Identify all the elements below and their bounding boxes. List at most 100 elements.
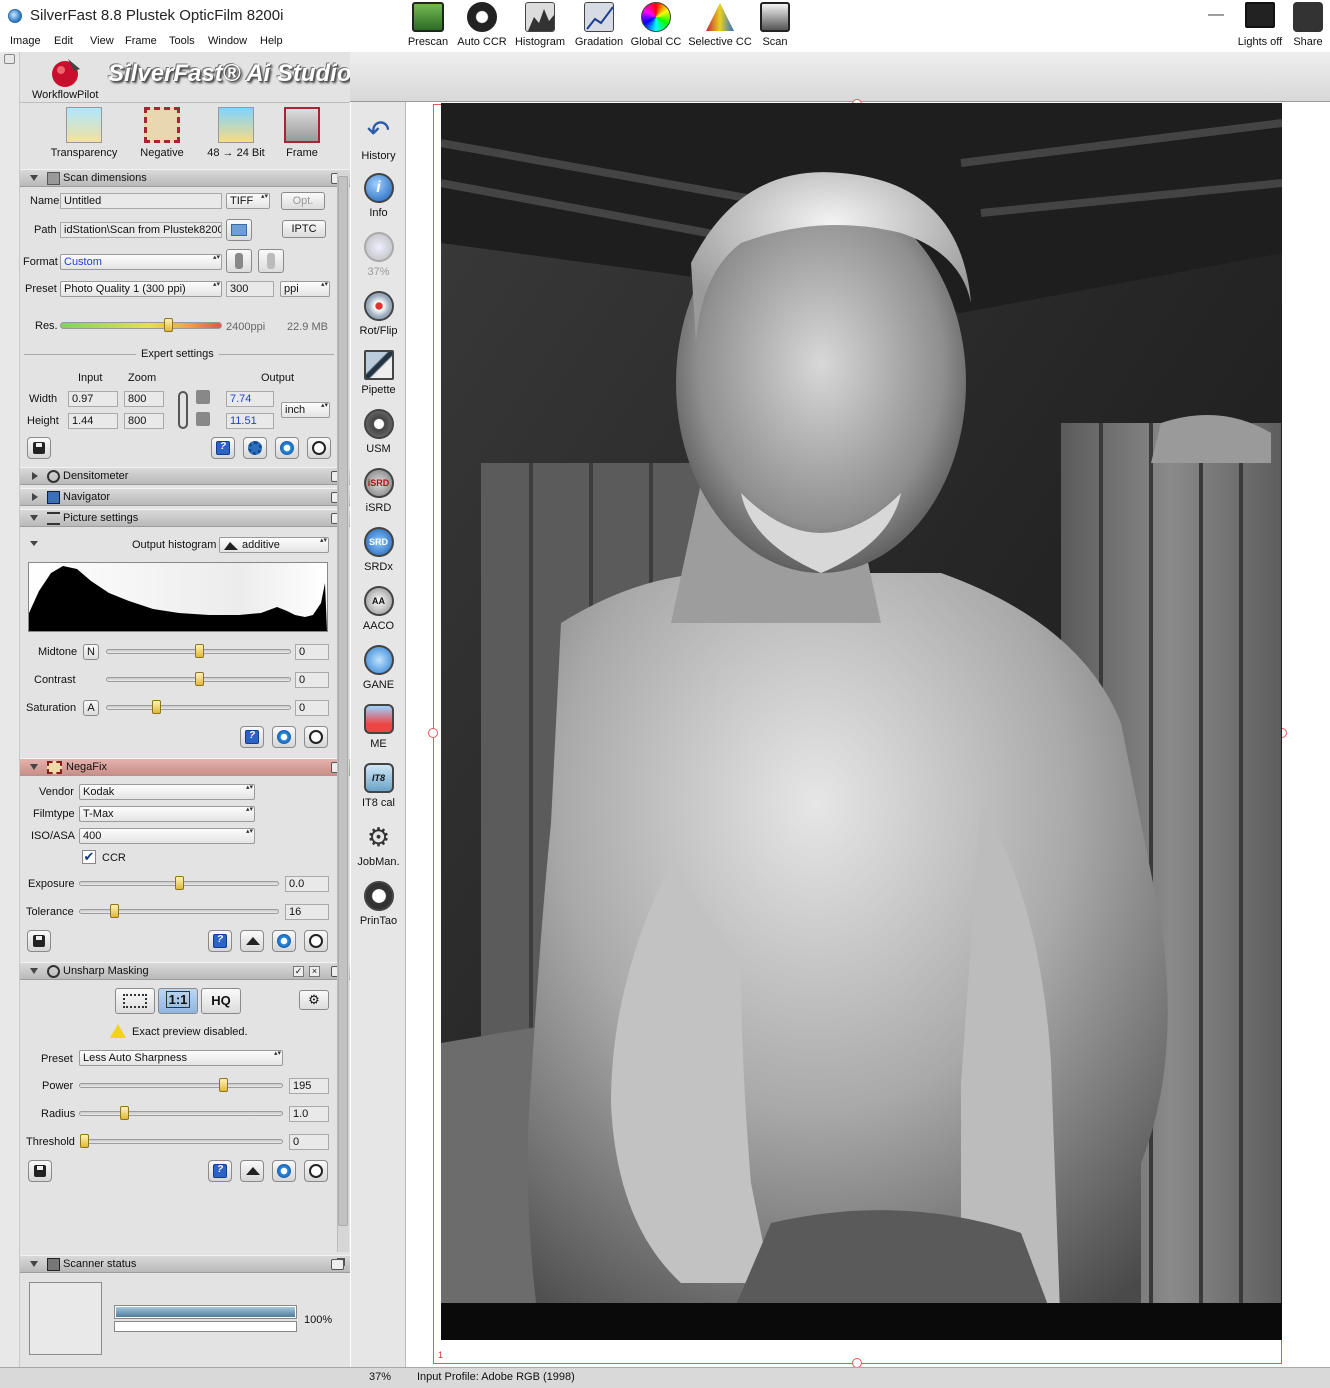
histogram-mode-select[interactable]: additive [219,537,329,553]
save-settings-button[interactable] [27,930,51,952]
scan-button[interactable]: Scan [756,0,794,50]
isrd-tool[interactable]: iSRD iSRD [351,468,406,514]
landscape-orientation-button[interactable] [258,249,284,273]
height-output-field[interactable]: 11.51 [226,413,274,429]
menu-edit[interactable]: Edit [54,35,73,47]
pipette-tool[interactable]: Pipette [351,350,406,396]
exposure-value[interactable]: 0.0 [285,876,329,892]
me-tool[interactable]: ME [351,704,406,750]
gane-tool[interactable]: GANE [351,645,406,691]
negafix-header[interactable]: NegaFix [20,758,350,776]
height-input-field[interactable]: 1.44 [68,413,118,429]
popout-icon[interactable] [331,1258,345,1270]
contrast-slider-knob[interactable] [194,672,204,686]
frame-handle-left[interactable] [428,728,438,738]
save-settings-button[interactable] [28,1160,52,1182]
picture-settings-header[interactable]: Picture settings [20,509,350,527]
menu-window[interactable]: Window [208,35,247,47]
ccr-checkbox[interactable]: ✔ [82,850,96,864]
lights-off-button[interactable]: Lights off [1234,0,1286,50]
hq-button[interactable]: HQ [201,988,241,1014]
scan-dimensions-header[interactable]: Scan dimensions [20,169,350,187]
zoom-button[interactable] [275,437,299,459]
path-field[interactable]: idStation\Scan from Plustek8200i [60,222,222,238]
one-to-one-button[interactable]: 1:1 [158,988,198,1014]
zoom-button[interactable] [272,726,296,748]
power-value[interactable]: 195 [289,1078,329,1094]
help-button[interactable] [240,726,264,748]
enable-check-icon[interactable]: ✓ [293,966,304,977]
aaco-tool[interactable]: AA AACO [351,586,406,632]
save-settings-button[interactable] [27,437,51,459]
lock-icon[interactable] [196,390,210,404]
power-slider[interactable] [79,1078,283,1092]
minimize-button[interactable]: — [1201,6,1231,24]
menu-image[interactable]: Image [10,35,41,47]
menu-frame[interactable]: Frame [125,35,157,47]
printao-tool[interactable]: PrinTao [351,881,406,927]
threshold-slider[interactable] [80,1134,283,1148]
saturation-slider[interactable] [106,700,291,714]
histogram-options-icon[interactable] [30,541,38,546]
usm-tool[interactable]: USM [351,409,406,455]
menu-tools[interactable]: Tools [169,35,195,47]
ppi-unit-select[interactable]: ppi [280,281,330,297]
densitometer-header[interactable]: Densitometer [20,467,350,485]
width-zoom-field[interactable]: 800 [124,391,164,407]
usm-preset-select[interactable]: Less Auto Sharpness [79,1050,283,1066]
help-button[interactable] [208,930,232,952]
name-field[interactable]: Untitled [60,193,222,209]
chain-link-icon[interactable] [178,391,188,429]
radius-value[interactable]: 1.0 [289,1106,329,1122]
midtone-slider-knob[interactable] [194,644,204,658]
rotate-flip-tool[interactable]: Rot/Flip [351,291,406,337]
selective-cc-button[interactable]: Selective CC [688,0,752,50]
resolution-slider-knob[interactable] [164,318,174,332]
contrast-slider[interactable] [106,672,291,686]
zoom-button[interactable] [272,1160,296,1182]
help-button[interactable] [208,1160,232,1182]
mode-transparency[interactable]: Transparency [48,107,120,159]
dock-toggle-icon[interactable] [4,54,15,64]
share-button[interactable]: Share [1289,0,1327,50]
disable-x-icon[interactable]: × [309,966,320,977]
iptc-button[interactable]: IPTC [282,220,326,238]
midtone-value[interactable]: 0 [295,644,329,660]
mode-bit-depth[interactable]: 48 → 24 Bit [200,107,272,159]
navigator-header[interactable]: Navigator [20,488,350,506]
vendor-select[interactable]: Kodak [79,784,255,800]
portrait-orientation-button[interactable] [226,249,252,273]
midtone-auto-button[interactable]: N [83,644,99,660]
reset-button[interactable] [304,1160,328,1182]
mode-frame[interactable]: Frame [276,107,328,159]
threshold-slider-knob[interactable] [80,1134,89,1148]
usm-settings-button[interactable]: ⚙ [299,990,329,1010]
histogram-button[interactable]: Histogram [514,0,566,50]
tolerance-value[interactable]: 16 [285,904,329,920]
workflow-pilot-button[interactable] [48,55,84,89]
panel-scrollbar-thumb[interactable] [338,176,348,1226]
expert-mode-button[interactable] [240,930,264,952]
zoom-tool[interactable]: 37% [351,232,406,278]
it8-calibration-tool[interactable]: IT8 IT8 cal [351,763,406,809]
exposure-slider-knob[interactable] [175,876,184,890]
zoom-button[interactable] [272,930,296,952]
radius-slider[interactable] [79,1106,283,1120]
exposure-slider[interactable] [79,876,279,890]
history-tool[interactable]: ↶ History [351,116,406,163]
reset-button[interactable] [304,726,328,748]
reset-button[interactable] [304,930,328,952]
preview-area-button[interactable] [115,988,155,1014]
resolution-slider[interactable] [60,318,222,332]
help-button[interactable] [211,437,235,459]
lock-icon[interactable] [196,412,210,426]
srdx-tool[interactable]: SRD SRDx [351,527,406,573]
gradation-button[interactable]: Gradation [572,0,626,50]
width-output-field[interactable]: 7.74 [226,391,274,407]
scanner-status-header[interactable]: Scanner status [20,1255,350,1273]
saturation-slider-knob[interactable] [152,700,162,714]
filmtype-select[interactable]: T-Max [79,806,255,822]
threshold-value[interactable]: 0 [289,1134,329,1150]
options-button[interactable]: Opt. [281,192,325,210]
browse-folder-button[interactable] [226,219,252,241]
